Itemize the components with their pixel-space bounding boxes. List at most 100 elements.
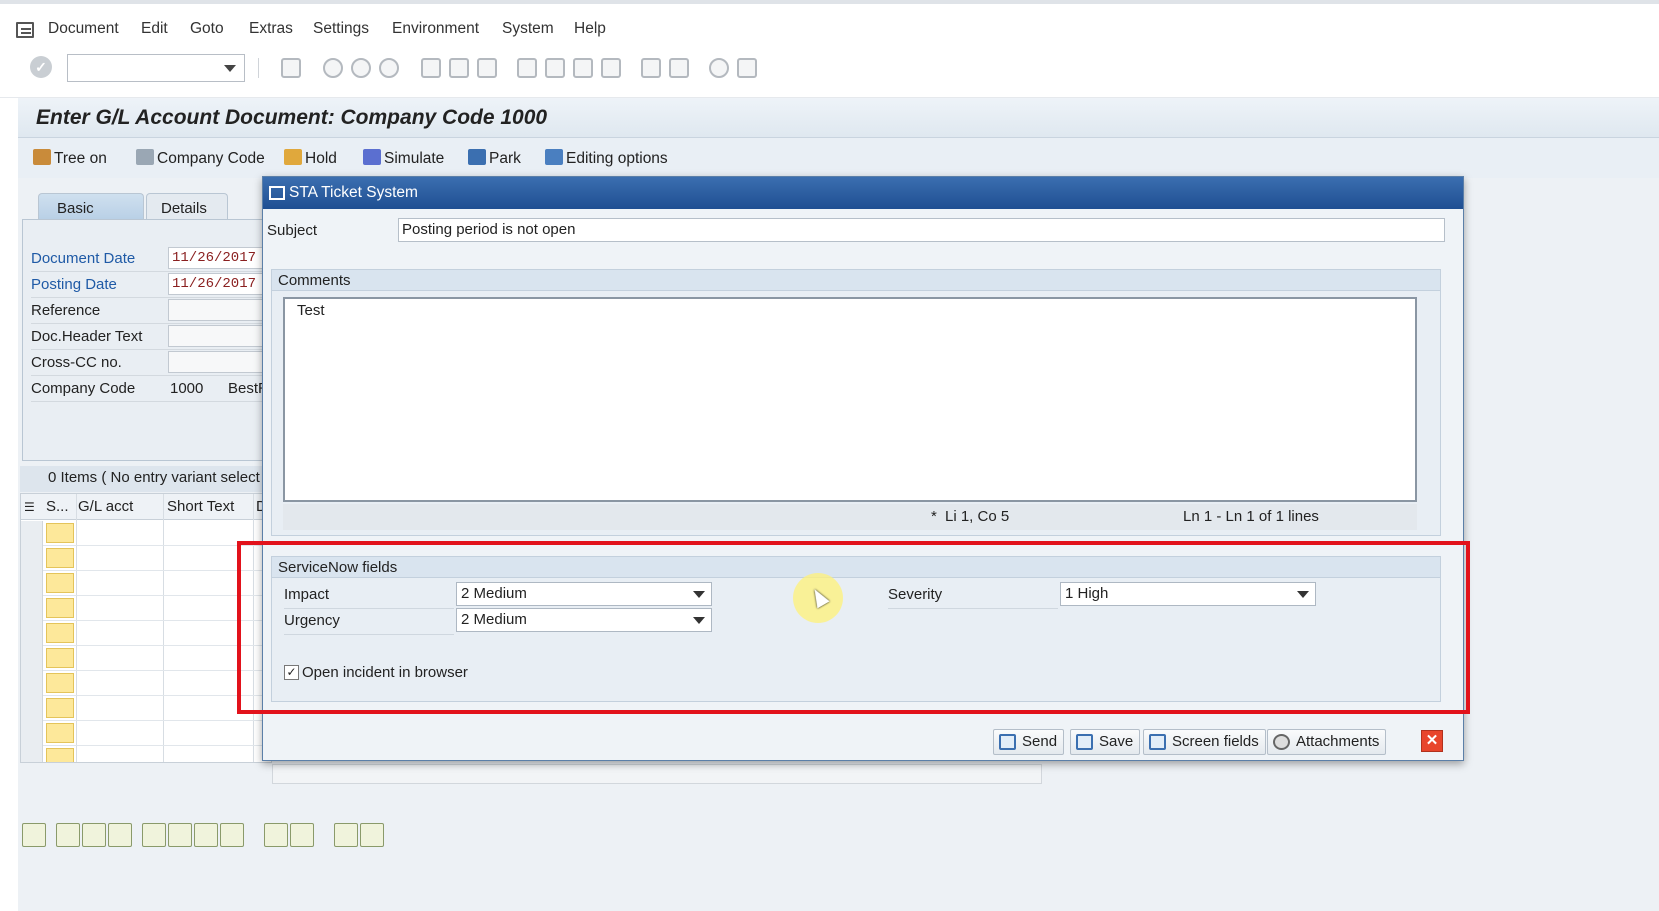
menu-system[interactable]: System	[502, 20, 554, 38]
simulate-button[interactable]: Simulate	[363, 149, 444, 168]
column-status[interactable]: S...	[46, 498, 69, 515]
reference-field[interactable]	[168, 299, 266, 321]
attachments-button[interactable]: Attachments	[1267, 729, 1387, 755]
menu-help[interactable]: Help	[574, 20, 606, 38]
table-row[interactable]	[21, 571, 271, 596]
find-icon[interactable]	[449, 58, 469, 78]
save-icon[interactable]	[281, 58, 301, 78]
row-selector[interactable]	[21, 721, 43, 746]
status-cell[interactable]	[46, 748, 74, 762]
tree-on-button[interactable]: Tree on	[33, 149, 107, 168]
chevron-down-icon[interactable]	[224, 65, 236, 72]
menu-goto[interactable]: Goto	[190, 20, 224, 38]
screen-fields-button[interactable]: Screen fields	[1143, 729, 1266, 755]
delete-row-icon[interactable]	[220, 823, 244, 847]
status-cell[interactable]	[46, 723, 74, 743]
park-button[interactable]: Park	[468, 149, 521, 168]
doc-header-text-field[interactable]	[168, 325, 266, 347]
close-button[interactable]: ✕	[1421, 730, 1443, 752]
first-page-icon[interactable]	[517, 58, 537, 78]
menu-icon[interactable]	[16, 22, 34, 38]
status-cell[interactable]	[46, 598, 74, 618]
row-selector[interactable]	[21, 621, 43, 646]
open-incident-checkbox[interactable]: ✓	[284, 665, 299, 680]
detail-icon[interactable]	[22, 823, 46, 847]
previous-page-icon[interactable]	[545, 58, 565, 78]
help-icon[interactable]	[709, 58, 729, 78]
comments-textarea[interactable]: Test	[283, 297, 1417, 502]
impact-select[interactable]: 2 Medium	[456, 582, 712, 606]
row-selector[interactable]	[21, 546, 43, 571]
column-short-text[interactable]: Short Text	[167, 498, 234, 515]
chevron-down-icon[interactable]	[693, 617, 705, 624]
column-gl-account[interactable]: G/L acct	[78, 498, 133, 515]
add-rows-icon[interactable]	[194, 823, 218, 847]
status-cell[interactable]	[46, 648, 74, 668]
save-button[interactable]: Save	[1070, 729, 1141, 755]
exit-icon[interactable]	[351, 58, 371, 78]
menu-environment[interactable]: Environment	[392, 20, 479, 38]
dialog-title-bar[interactable]: STA Ticket System	[263, 177, 1463, 209]
company-code-button[interactable]: Company Code	[136, 149, 265, 168]
editing-options-button[interactable]: Editing options	[545, 149, 668, 168]
new-session-icon[interactable]	[641, 58, 661, 78]
status-cell[interactable]	[46, 523, 74, 543]
table-row[interactable]	[21, 696, 271, 721]
next-page-icon[interactable]	[573, 58, 593, 78]
menu-document[interactable]: Document	[48, 20, 119, 38]
status-cell[interactable]	[46, 623, 74, 643]
insert-row-icon[interactable]	[142, 823, 166, 847]
status-cell[interactable]	[46, 673, 74, 693]
horizontal-scrollbar[interactable]	[272, 764, 1042, 784]
tab-details[interactable]: Details	[146, 193, 228, 219]
menu-edit[interactable]: Edit	[141, 20, 168, 38]
table-row[interactable]	[21, 671, 271, 696]
subject-field[interactable]: Posting period is not open	[398, 218, 1445, 242]
table-row[interactable]	[21, 646, 271, 671]
table-settings-icon[interactable]: ☰	[24, 500, 35, 514]
table-row[interactable]	[21, 546, 271, 571]
shortcut-icon[interactable]	[669, 58, 689, 78]
urgency-select[interactable]: 2 Medium	[456, 608, 712, 632]
posting-date-field[interactable]: 11/26/2017	[168, 273, 266, 295]
paste-row-icon[interactable]	[290, 823, 314, 847]
chevron-down-icon[interactable]	[693, 591, 705, 598]
menu-settings[interactable]: Settings	[313, 20, 369, 38]
row-selector[interactable]	[21, 521, 43, 546]
sort-ascending-icon[interactable]	[334, 823, 358, 847]
command-field[interactable]	[67, 54, 245, 82]
document-date-field[interactable]: 11/26/2017	[168, 247, 266, 269]
status-cell[interactable]	[46, 698, 74, 718]
enter-check-icon[interactable]: ✓	[30, 56, 52, 78]
chevron-down-icon[interactable]	[1297, 591, 1309, 598]
table-row[interactable]	[21, 746, 271, 762]
find-next-icon[interactable]	[477, 58, 497, 78]
hold-button[interactable]: Hold	[284, 149, 337, 168]
row-selector[interactable]	[21, 571, 43, 596]
status-cell[interactable]	[46, 548, 74, 568]
print-icon[interactable]	[421, 58, 441, 78]
row-selector[interactable]	[21, 696, 43, 721]
cancel-icon[interactable]	[379, 58, 399, 78]
append-row-icon[interactable]	[168, 823, 192, 847]
severity-select[interactable]: 1 High	[1060, 582, 1316, 606]
menu-extras[interactable]: Extras	[249, 20, 293, 38]
back-icon[interactable]	[323, 58, 343, 78]
row-selector[interactable]	[21, 646, 43, 671]
table-row[interactable]	[21, 721, 271, 746]
deselect-all-icon[interactable]	[108, 823, 132, 847]
layout-menu-icon[interactable]	[737, 58, 757, 78]
cross-cc-field[interactable]	[168, 351, 266, 373]
copy-row-icon[interactable]	[264, 823, 288, 847]
table-row[interactable]	[21, 521, 271, 546]
filter-icon[interactable]	[360, 823, 384, 847]
tab-basic-data[interactable]: Basic Data	[38, 193, 144, 234]
table-row[interactable]	[21, 596, 271, 621]
table-row[interactable]	[21, 621, 271, 646]
row-selector[interactable]	[21, 671, 43, 696]
status-cell[interactable]	[46, 573, 74, 593]
select-all-icon[interactable]	[56, 823, 80, 847]
last-page-icon[interactable]	[601, 58, 621, 78]
send-button[interactable]: Send	[993, 729, 1065, 755]
select-block-icon[interactable]	[82, 823, 106, 847]
